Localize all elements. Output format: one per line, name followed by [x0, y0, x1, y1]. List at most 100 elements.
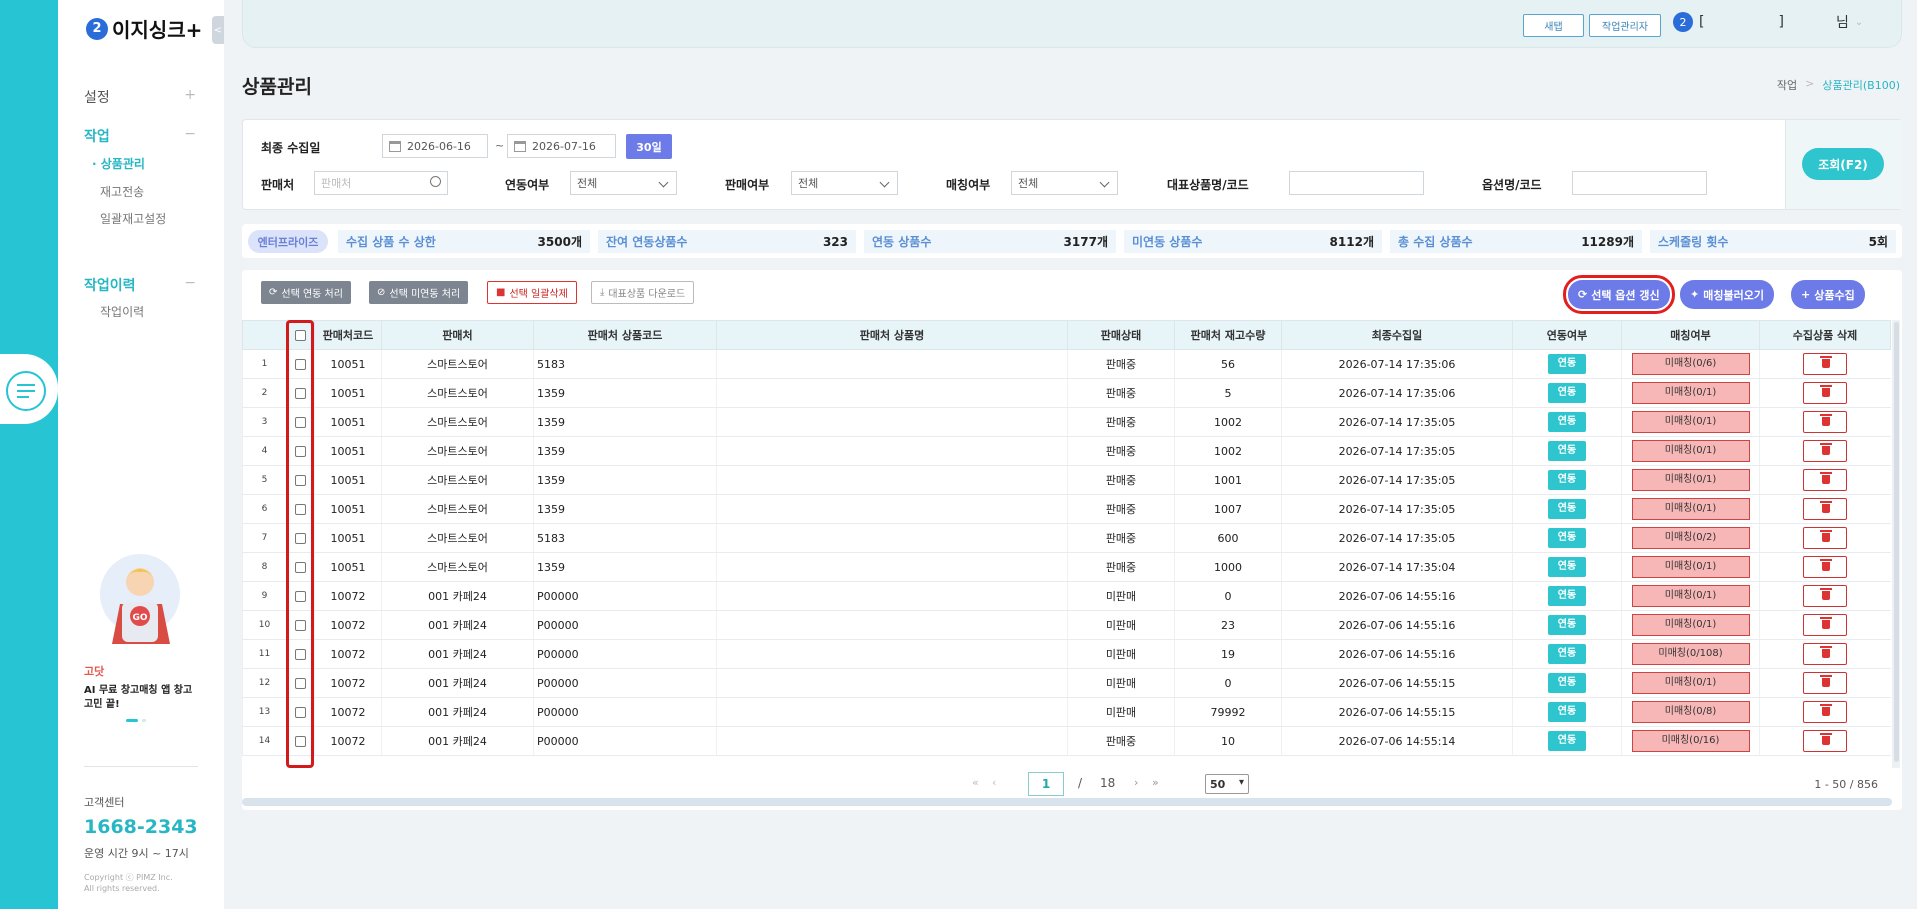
match-status-button[interactable]: 미매칭(0/1) — [1631, 556, 1750, 578]
promo-text[interactable]: AI 무료 창고매칭 앱 창고 고민 끝! — [84, 684, 204, 712]
nav-section-work[interactable]: 작업 − — [84, 126, 196, 146]
table-row[interactable]: 7 10051 스마트스토어 5183 판매중 600 2026-07-14 17:35:0… — [242, 523, 1891, 553]
col-seller-code[interactable]: 판매처코드 — [314, 320, 382, 350]
delete-button[interactable] — [1803, 440, 1848, 462]
match-status-button[interactable]: 미매칭(0/1) — [1631, 469, 1750, 491]
table-row[interactable]: 1 10051 스마트스토어 5183 판매중 56 2026-07-14 17:35:06… — [242, 349, 1891, 379]
delete-button[interactable] — [1803, 614, 1848, 636]
seller-search-input[interactable]: 판매처 — [314, 171, 448, 195]
table-row[interactable]: 13 10072 001 카페24 P00000 미판매 79992 2026-07-06 … — [242, 697, 1891, 727]
col-product-code[interactable]: 판매처 상품코드 — [533, 320, 717, 350]
col-delete[interactable]: 수집상품 삭제 — [1759, 320, 1891, 350]
option-input[interactable] — [1572, 171, 1707, 195]
nav-section-history[interactable]: 작업이력 − — [84, 275, 196, 295]
col-match[interactable]: 매칭여부 — [1621, 320, 1760, 350]
row-checkbox[interactable] — [295, 417, 306, 428]
link-button[interactable]: 연동 — [1548, 615, 1586, 635]
col-sale-status[interactable]: 판매상태 — [1067, 320, 1175, 350]
link-button[interactable]: 연동 — [1548, 412, 1586, 432]
link-button[interactable]: 연동 — [1548, 557, 1586, 577]
table-row[interactable]: 5 10051 스마트스토어 1359 판매중 1001 2026-07-14 17:35:… — [242, 465, 1891, 495]
match-status-button[interactable]: 미매칭(0/1) — [1631, 440, 1750, 462]
current-page-input[interactable]: 1 — [1028, 772, 1064, 796]
search-button[interactable]: 조회(F2) — [1802, 148, 1884, 180]
unlink-selected-button[interactable]: ⊘ 선택 미연동 처리 — [369, 281, 469, 304]
delete-button[interactable] — [1803, 643, 1848, 665]
sidebar-item-bulk-stock[interactable]: 일괄재고설정 — [100, 210, 166, 227]
sidebar-item-product-manage[interactable]: · 상품관리 — [92, 155, 145, 172]
new-tab-button[interactable]: 새탭 — [1523, 14, 1584, 37]
select-all-checkbox[interactable] — [295, 330, 306, 341]
link-button[interactable]: 연동 — [1548, 586, 1586, 606]
page-size-select[interactable]: 50 — [1205, 774, 1249, 794]
table-row[interactable]: 6 10051 스마트스토어 1359 판매중 1007 2026-07-14 17:35:… — [242, 494, 1891, 524]
delete-button[interactable] — [1803, 585, 1848, 607]
link-button[interactable]: 연동 — [1548, 441, 1586, 461]
col-stock[interactable]: 판매처 재고수량 — [1174, 320, 1282, 350]
match-status-button[interactable]: 미매칭(0/1) — [1631, 614, 1750, 636]
table-row[interactable]: 14 10072 001 카페24 P00000 판매중 10 2026-07-06 14:… — [242, 726, 1891, 756]
table-row[interactable]: 3 10051 스마트스토어 1359 판매중 1002 2026-07-14 17:35:… — [242, 407, 1891, 437]
row-checkbox[interactable] — [295, 678, 306, 689]
match-status-button[interactable]: 미매칭(0/2) — [1631, 527, 1750, 549]
logo[interactable]: 2 이지싱크+ — [86, 14, 202, 43]
link-button[interactable]: 연동 — [1548, 499, 1586, 519]
row-checkbox[interactable] — [295, 562, 306, 573]
link-button[interactable]: 연동 — [1548, 383, 1586, 403]
delete-button[interactable] — [1803, 411, 1848, 433]
carousel-dot[interactable] — [142, 719, 146, 722]
row-checkbox[interactable] — [295, 388, 306, 399]
sidebar-item-history[interactable]: 작업이력 — [100, 303, 144, 320]
table-row[interactable]: 12 10072 001 카페24 P00000 미판매 0 2026-07-06 14:5… — [242, 668, 1891, 698]
row-checkbox[interactable] — [295, 533, 306, 544]
row-checkbox[interactable] — [295, 446, 306, 457]
delete-button[interactable] — [1803, 382, 1848, 404]
match-status-button[interactable]: 미매칭(0/1) — [1631, 498, 1750, 520]
rep-product-input[interactable] — [1289, 171, 1424, 195]
table-row[interactable]: 8 10051 스마트스토어 1359 판매중 1000 2026-07-14 17:35:… — [242, 552, 1891, 582]
delete-button[interactable] — [1803, 672, 1848, 694]
delete-button[interactable] — [1803, 701, 1848, 723]
table-row[interactable]: 9 10072 001 카페24 P00000 미판매 0 2026-07-06 14:55… — [242, 581, 1891, 611]
sidebar-collapse-button[interactable]: < — [212, 16, 224, 44]
link-button[interactable]: 연동 — [1548, 731, 1586, 751]
match-status-button[interactable]: 미매칭(0/8) — [1631, 701, 1750, 723]
link-button[interactable]: 연동 — [1548, 702, 1586, 722]
col-seller[interactable]: 판매처 — [381, 320, 534, 350]
date-from-input[interactable]: 2026-06-16 — [382, 134, 488, 158]
row-checkbox[interactable] — [295, 649, 306, 660]
prev-page-button[interactable]: ‹ — [992, 776, 996, 789]
delete-button[interactable] — [1803, 469, 1848, 491]
vertical-scrollbar[interactable] — [1892, 320, 1900, 768]
collect-button[interactable]: + 상품수집 — [1791, 280, 1865, 309]
col-link[interactable]: 연동여부 — [1512, 320, 1622, 350]
link-button[interactable]: 연동 — [1548, 644, 1586, 664]
menu-icon[interactable] — [6, 371, 46, 411]
match-status-button[interactable]: 미매칭(0/108) — [1631, 643, 1750, 665]
table-row[interactable]: 10 10072 001 카페24 P00000 미판매 23 2026-07-06 14:… — [242, 610, 1891, 640]
link-status-select[interactable]: 전체 — [570, 171, 677, 195]
next-page-button[interactable]: › — [1134, 776, 1138, 789]
col-product-name[interactable]: 판매처 상품명 — [716, 320, 1068, 350]
col-last-collect[interactable]: 최종수집일 — [1281, 320, 1513, 350]
first-page-button[interactable]: « — [972, 776, 979, 789]
date-to-input[interactable]: 2026-07-16 — [507, 134, 616, 158]
match-status-button[interactable]: 미매칭(0/1) — [1631, 672, 1750, 694]
row-checkbox[interactable] — [295, 475, 306, 486]
row-checkbox[interactable] — [295, 707, 306, 718]
row-checkbox[interactable] — [295, 620, 306, 631]
last-page-button[interactable]: » — [1152, 776, 1159, 789]
range-30-button[interactable]: 30일 — [626, 134, 672, 159]
match-status-button[interactable]: 미매칭(0/1) — [1631, 382, 1750, 404]
table-row[interactable]: 11 10072 001 카페24 P00000 미판매 19 2026-07-06 14:… — [242, 639, 1891, 669]
horizontal-scrollbar[interactable] — [242, 798, 1892, 806]
delete-button[interactable] — [1803, 556, 1848, 578]
search-icon[interactable] — [430, 176, 441, 187]
match-status-select[interactable]: 전체 — [1011, 171, 1118, 195]
link-button[interactable]: 연동 — [1548, 673, 1586, 693]
link-selected-button[interactable]: ⟳ 선택 연동 처리 — [261, 281, 351, 304]
match-status-button[interactable]: 미매칭(0/1) — [1631, 585, 1750, 607]
link-button[interactable]: 연동 — [1548, 354, 1586, 374]
carousel-dot-active[interactable] — [126, 719, 138, 722]
nav-section-settings[interactable]: 설정 + — [84, 87, 196, 107]
